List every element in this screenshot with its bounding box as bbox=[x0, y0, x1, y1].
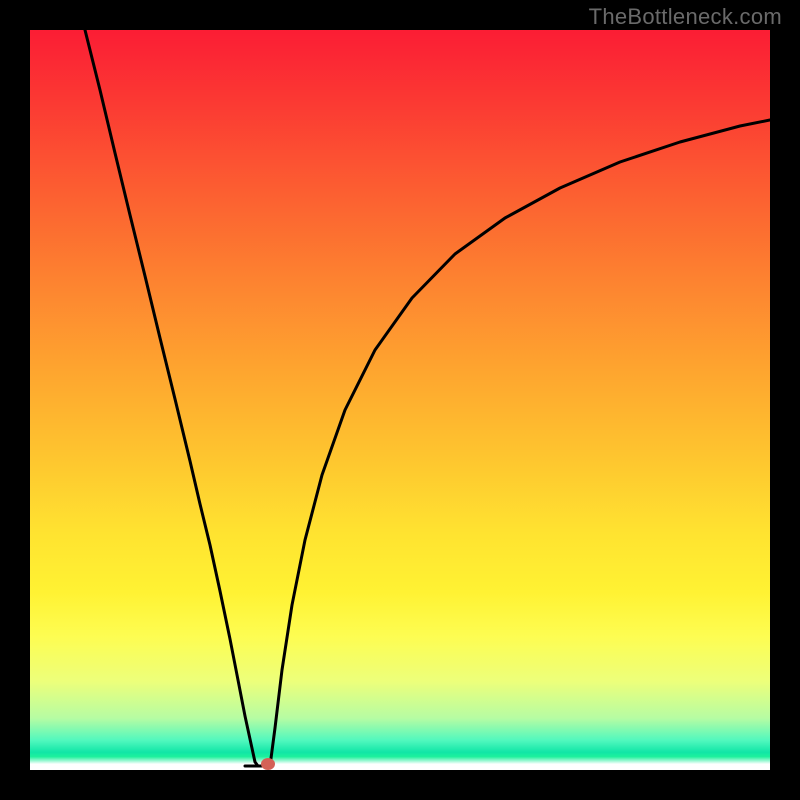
plot-background-gradient bbox=[30, 30, 770, 770]
watermark-text: TheBottleneck.com bbox=[589, 4, 782, 30]
chart-frame: TheBottleneck.com bbox=[0, 0, 800, 800]
